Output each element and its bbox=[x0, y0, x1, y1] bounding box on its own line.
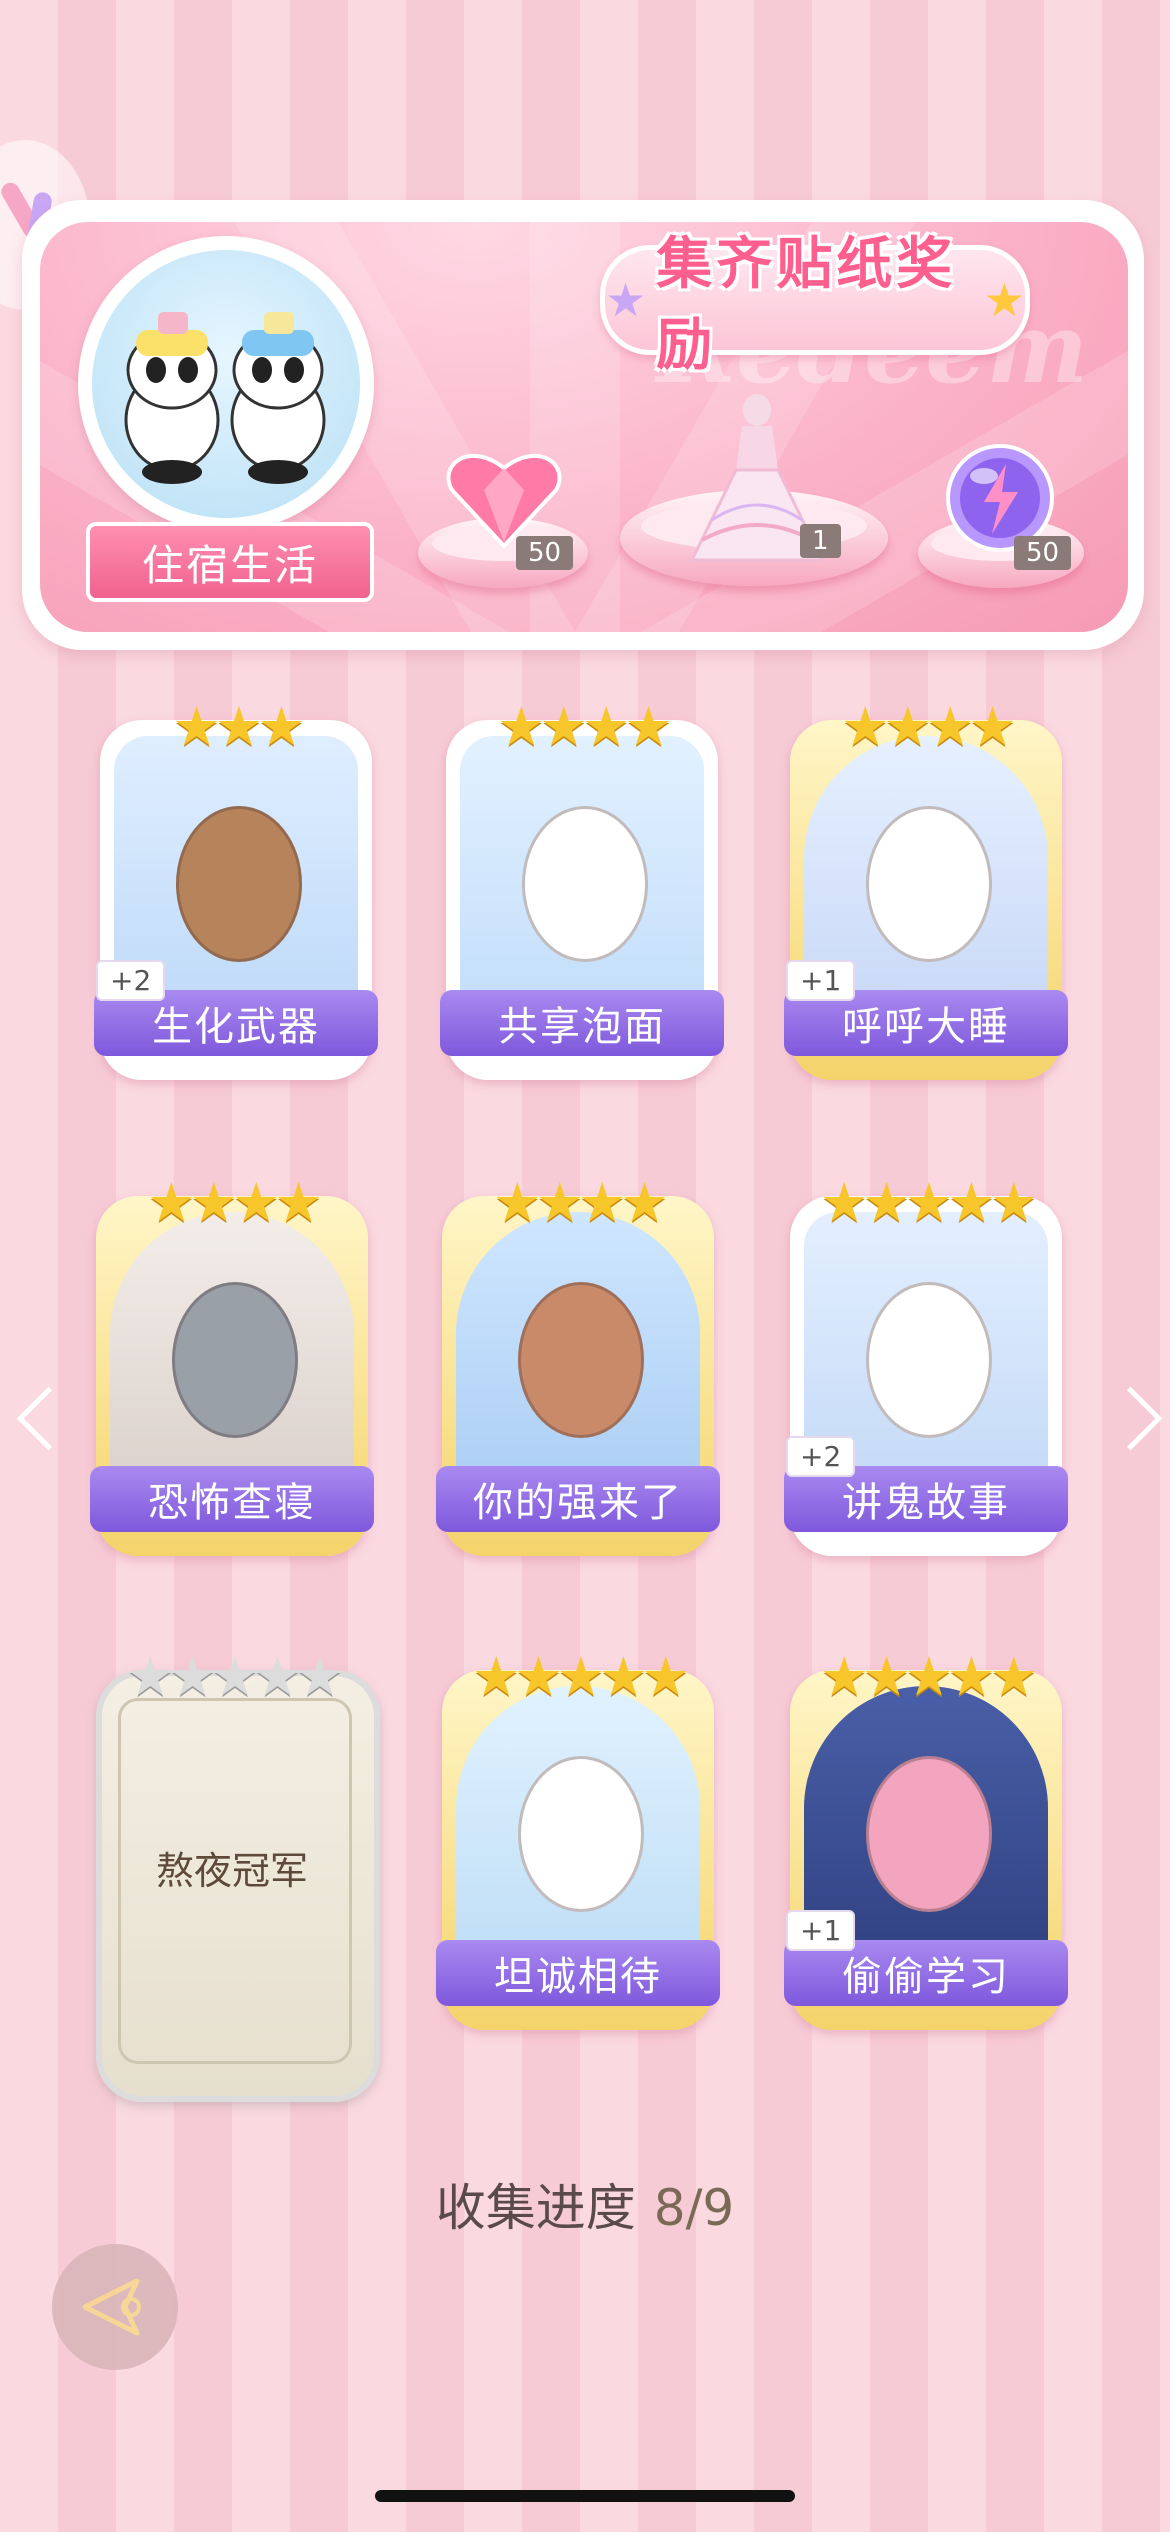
sticker-card[interactable]: ★★★ 生化武器 +2 bbox=[94, 695, 378, 1080]
title-text: 集齐贴纸奖励 bbox=[656, 232, 957, 378]
set-name: 住宿生活 bbox=[141, 540, 318, 590]
card-stars: ★★★ bbox=[172, 695, 305, 758]
card-stars: ★★★★★ bbox=[819, 1645, 1038, 1708]
progress-value: 8/9 bbox=[653, 2179, 735, 2237]
card-label-ribbon: 恐怖查寝 bbox=[90, 1466, 374, 1532]
card-label: 坦诚相待 bbox=[494, 1954, 662, 2000]
home-indicator[interactable] bbox=[375, 2490, 795, 2502]
sticker-card[interactable]: ★★★★★ 偷偷学习 +1 bbox=[784, 1645, 1068, 2030]
energy-orb-count: 50 bbox=[1014, 536, 1072, 570]
back-arrow-icon bbox=[82, 2278, 141, 2336]
set-name-ribbon: 住宿生活 bbox=[66, 522, 386, 602]
card-stars: ★★★★ bbox=[841, 695, 1017, 758]
card-stars: ★★★★ bbox=[497, 695, 673, 758]
character-figure bbox=[866, 1756, 992, 1912]
purple-star-icon: ★ bbox=[605, 273, 647, 327]
card-stars: ★★★★ bbox=[493, 1171, 669, 1234]
card-bonus-badge: +1 bbox=[786, 960, 856, 1001]
panda-bath-illustration bbox=[92, 250, 360, 518]
card-label: 讲鬼故事 bbox=[842, 1480, 1010, 1526]
sticker-card[interactable]: ★★★★ 恐怖查寝 bbox=[90, 1171, 374, 1556]
progress-label: 收集进度 bbox=[435, 2179, 636, 2237]
card-label: 恐怖查寝 bbox=[148, 1480, 316, 1526]
sticker-card[interactable]: ★★★★★ 讲鬼故事 +2 bbox=[784, 1171, 1068, 1556]
yellow-star-icon: ★ bbox=[983, 273, 1025, 327]
gown-count: 1 bbox=[800, 524, 841, 558]
sticker-card[interactable]: ★★★★ 呼呼大睡 +1 bbox=[784, 695, 1068, 1080]
character-figure bbox=[172, 1282, 298, 1438]
sticker-card[interactable]: ★★★★ 共享泡面 bbox=[440, 695, 724, 1080]
card-stars: ★★★★★ bbox=[471, 1645, 690, 1708]
card-label-ribbon: 坦诚相待 bbox=[436, 1940, 720, 2006]
sticker-card[interactable]: ★★★★ 你的强来了 bbox=[436, 1171, 720, 1556]
back-button[interactable] bbox=[52, 2244, 178, 2370]
card-stars: ★★★★★ bbox=[125, 1645, 344, 1708]
character-figure bbox=[866, 1282, 992, 1438]
character-figure bbox=[518, 1282, 644, 1438]
card-bonus-badge: +2 bbox=[786, 1436, 856, 1477]
prev-page-arrow-icon[interactable] bbox=[16, 1386, 81, 1451]
card-label: 呼呼大睡 bbox=[842, 1004, 1010, 1050]
card-label: 共享泡面 bbox=[498, 1004, 666, 1050]
next-page-arrow-icon[interactable] bbox=[1098, 1386, 1163, 1451]
heart-gem-count: 50 bbox=[516, 536, 574, 570]
card-label: 生化武器 bbox=[152, 1004, 320, 1050]
character-figure bbox=[522, 806, 648, 962]
collect-reward-title: ★ 集齐贴纸奖励 ★ bbox=[600, 232, 1030, 378]
card-bonus-badge: +2 bbox=[96, 960, 166, 1001]
character-figure bbox=[866, 806, 992, 962]
sticker-card[interactable]: ★★★★★ 坦诚相待 bbox=[436, 1645, 720, 2030]
character-figure bbox=[176, 806, 302, 962]
card-bonus-badge: +1 bbox=[786, 1910, 856, 1951]
card-stars: ★★★★★ bbox=[819, 1171, 1038, 1234]
collection-progress: 收集进度 8/9 bbox=[0, 2168, 1170, 2240]
card-label-ribbon: 你的强来了 bbox=[436, 1466, 720, 1532]
sticker-card[interactable]: 熬夜冠军 ★★★★★ bbox=[96, 1645, 380, 2102]
card-stars: ★★★★ bbox=[147, 1171, 323, 1234]
card-label: 你的强来了 bbox=[473, 1480, 683, 1526]
card-label-ribbon: 共享泡面 bbox=[440, 990, 724, 1056]
character-figure bbox=[518, 1756, 644, 1912]
card-label: 偷偷学习 bbox=[842, 1954, 1010, 2000]
card-label: 熬夜冠军 bbox=[155, 1849, 308, 1893]
